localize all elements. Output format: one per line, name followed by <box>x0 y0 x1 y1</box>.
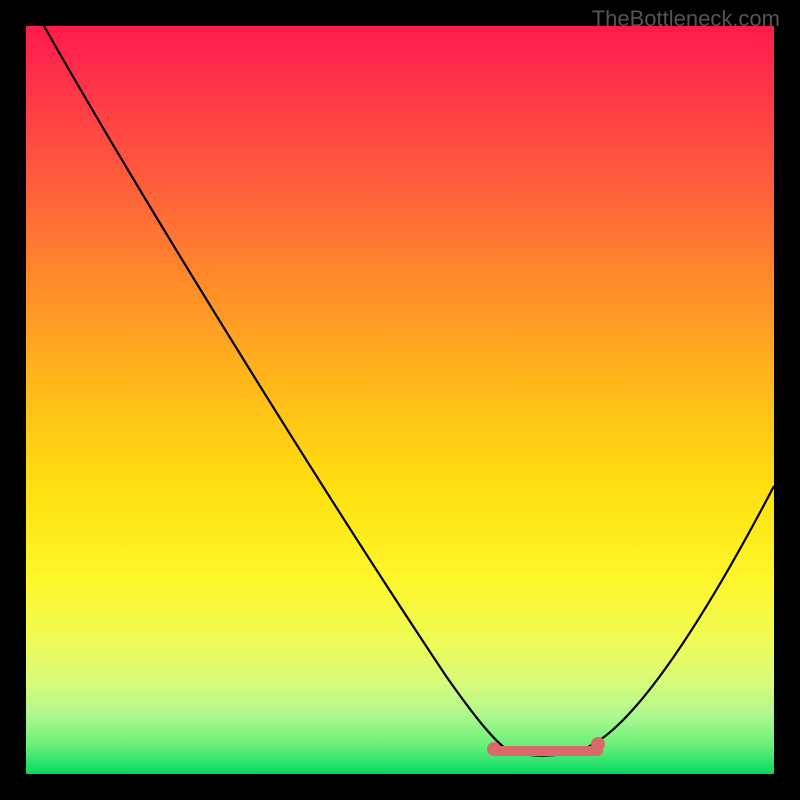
optimal-range-start-dot <box>487 742 501 756</box>
bottleneck-curve-left <box>44 26 506 749</box>
bottleneck-curve-right <box>506 486 774 756</box>
optimal-range-end-dot <box>591 737 605 751</box>
chart-plot-area <box>26 26 774 774</box>
watermark-text: TheBottleneck.com <box>592 6 780 32</box>
chart-svg <box>26 26 774 774</box>
